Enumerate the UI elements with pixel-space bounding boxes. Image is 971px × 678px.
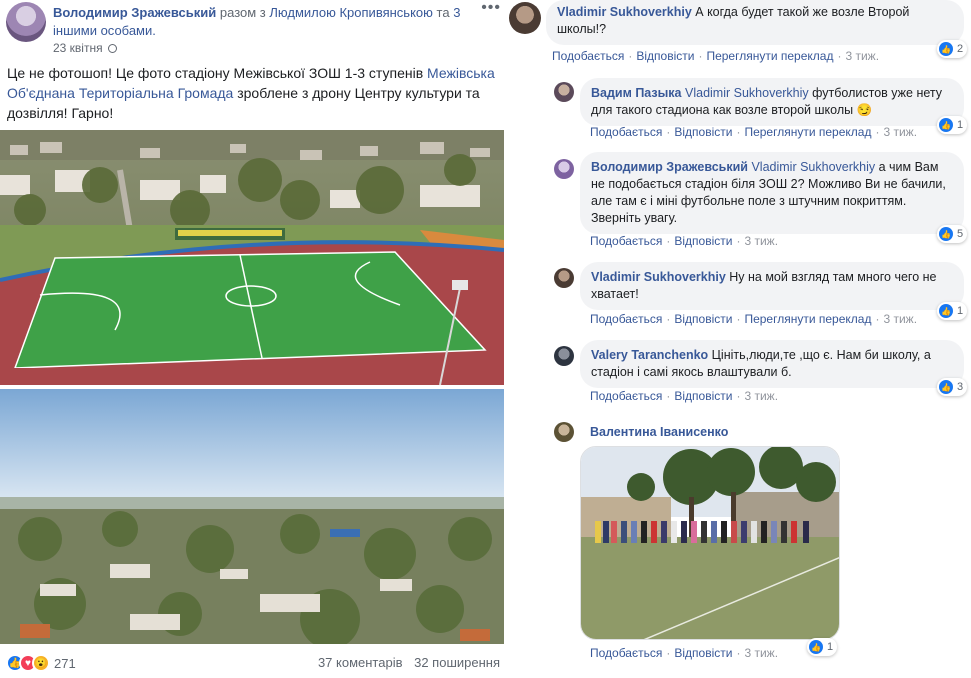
like-count-text: 2 (957, 43, 964, 55)
reply-action[interactable]: Відповісти (674, 312, 732, 326)
comment-avatar[interactable] (554, 268, 574, 288)
comment-photo-image (581, 447, 839, 639)
comment-like-count[interactable]: 👍 5 (937, 225, 968, 243)
and-text: та (436, 5, 450, 20)
reply-action[interactable]: Відповісти (674, 389, 732, 403)
post-date-text[interactable]: 23 квітня (53, 41, 103, 55)
like-icon: 👍 (809, 640, 823, 654)
shares-count-link[interactable]: 32 поширення (414, 655, 500, 670)
mention-link[interactable]: Vladimir Sukhoverkhiy (685, 86, 809, 100)
like-action[interactable]: Подобається (590, 312, 662, 326)
post-author-line: Володимир Зражевський разом з Людмилою К… (53, 4, 473, 40)
comment-bubble: Вадим Пазыка Vladimir Sukhoverkhiy футбо… (580, 78, 964, 126)
comment-photo[interactable] (580, 446, 840, 640)
tagged-person-link[interactable]: Людмилою Кропивянською (269, 5, 433, 20)
like-icon: 👍 (939, 380, 953, 394)
comment-reply: Володимир Зражевський Vladimir Sukhoverk… (505, 152, 971, 252)
author-link[interactable]: Володимир Зражевський (53, 5, 216, 20)
post-date[interactable]: 23 квітня (53, 41, 117, 55)
more-dots-icon[interactable]: ••• (481, 0, 501, 16)
comment-reply: Vladimir Sukhoverkhiy Ну на мой взгляд т… (505, 262, 971, 328)
comment-reply: Валентина Іванисенко 👍 1 Подобається · В… (505, 422, 971, 672)
village-panorama-photo[interactable] (0, 389, 504, 644)
comment-actions: Подобається · Відповісти · Переглянути перек… (590, 125, 918, 139)
like-icon: 👍 (939, 227, 953, 241)
like-count-text: 3 (957, 381, 964, 393)
comment-time[interactable]: 3 тиж. (883, 312, 917, 326)
see-translation-action[interactable]: Переглянути переклад (706, 49, 833, 63)
comments-section: Vladimir Sukhoverkhiy А когда будет тако… (505, 0, 971, 678)
reactions-summary[interactable]: 👍 ♥ 😮 271 (6, 654, 76, 672)
like-icon: 👍 (939, 118, 953, 132)
reply-action[interactable]: Відповісти (674, 234, 732, 248)
comment-like-count[interactable]: 👍 1 (807, 638, 838, 656)
post-text: Це не фотошоп! Це фото стадіону Межівськ… (7, 63, 499, 123)
comment-time[interactable]: 3 тиж. (744, 234, 778, 248)
like-action[interactable]: Подобається (590, 389, 662, 403)
like-icon: 👍 (939, 304, 953, 318)
globe-icon (107, 44, 117, 53)
comment-actions: Подобається · Відповісти · Переглянути перек… (552, 49, 880, 63)
mention-link[interactable]: Vladimir Sukhoverkhiy (751, 160, 875, 174)
comment-author[interactable]: Valery Taranchenko (591, 348, 708, 362)
like-count-text: 1 (827, 641, 834, 653)
author-avatar[interactable] (6, 2, 46, 42)
comment-bubble: Vladimir Sukhoverkhiy А когда будет тако… (546, 0, 964, 45)
comment-author[interactable]: Володимир Зражевський (591, 160, 748, 174)
like-count-text: 1 (957, 119, 964, 131)
comments-count-link[interactable]: 37 коментарів (318, 655, 403, 670)
comment-author[interactable]: Vladimir Sukhoverkhiy (591, 270, 726, 284)
comment-time[interactable]: 3 тиж. (883, 125, 917, 139)
comment-bubble: Володимир Зражевський Vladimir Sukhoverk… (580, 152, 964, 234)
comment-actions: Подобається · Відповісти · Переглянути перек… (590, 312, 918, 326)
post-footer: 👍 ♥ 😮 271 37 коментарів 32 поширення (6, 654, 500, 674)
wow-reaction-icon: 😮 (32, 654, 50, 672)
comment-avatar[interactable] (554, 82, 574, 102)
see-translation-action[interactable]: Переглянути переклад (744, 125, 871, 139)
see-translation-action[interactable]: Переглянути переклад (744, 312, 871, 326)
like-icon: 👍 (939, 42, 953, 56)
comment-avatar[interactable] (554, 346, 574, 366)
reply-action[interactable]: Відповісти (674, 125, 732, 139)
comment-actions: Подобається · Відповісти · 3 тиж. (590, 646, 779, 660)
comment-time[interactable]: 3 тиж. (744, 389, 778, 403)
comment-like-count[interactable]: 👍 1 (937, 116, 968, 134)
comment: Vladimir Sukhoverkhiy А когда будет тако… (505, 0, 971, 66)
post-stats: 37 коментарів 32 поширення (318, 655, 500, 670)
like-count-text: 1 (957, 305, 964, 317)
comment-time[interactable]: 3 тиж. (845, 49, 879, 63)
like-action[interactable]: Подобається (590, 646, 662, 660)
comment-like-count[interactable]: 👍 3 (937, 378, 968, 396)
comment-avatar[interactable] (509, 2, 541, 34)
comment-like-count[interactable]: 👍 1 (937, 302, 968, 320)
comment-bubble: Valery Taranchenko Цініть,люди,те ,що є.… (580, 340, 964, 388)
like-action[interactable]: Подобається (590, 234, 662, 248)
comment-author[interactable]: Валентина Іванисенко (590, 425, 728, 439)
comment-avatar[interactable] (554, 422, 574, 442)
comment-reply: Valery Taranchenko Цініть,люди,те ,що є.… (505, 340, 971, 406)
stadium-photo-image (0, 130, 504, 385)
comment-like-count[interactable]: 👍 2 (937, 40, 968, 58)
reply-action[interactable]: Відповісти (636, 49, 694, 63)
comment-time[interactable]: 3 тиж. (744, 646, 778, 660)
comment-author[interactable]: Вадим Пазыка (591, 86, 682, 100)
stadium-photo[interactable] (0, 130, 504, 385)
post: Володимир Зражевський разом з Людмилою К… (0, 0, 507, 678)
reaction-count[interactable]: 271 (54, 656, 76, 671)
comment-avatar[interactable] (554, 159, 574, 179)
comment-author[interactable]: Vladimir Sukhoverkhiy (557, 5, 692, 19)
with-text: разом з (219, 5, 266, 20)
comment-actions: Подобається · Відповісти · 3 тиж. (590, 234, 779, 248)
like-count-text: 5 (957, 228, 964, 240)
comment-bubble: Vladimir Sukhoverkhiy Ну на мой взгляд т… (580, 262, 964, 310)
like-action[interactable]: Подобається (552, 49, 624, 63)
comment-actions: Подобається · Відповісти · 3 тиж. (590, 389, 779, 403)
post-text-part1: Це не фотошоп! Це фото стадіону Межівськ… (7, 65, 428, 81)
reply-action[interactable]: Відповісти (674, 646, 732, 660)
comment-reply: Вадим Пазыка Vladimir Sukhoverkhiy футбо… (505, 78, 971, 144)
like-action[interactable]: Подобається (590, 125, 662, 139)
post-header: Володимир Зражевський разом з Людмилою К… (6, 0, 501, 55)
village-panorama-image (0, 389, 504, 644)
